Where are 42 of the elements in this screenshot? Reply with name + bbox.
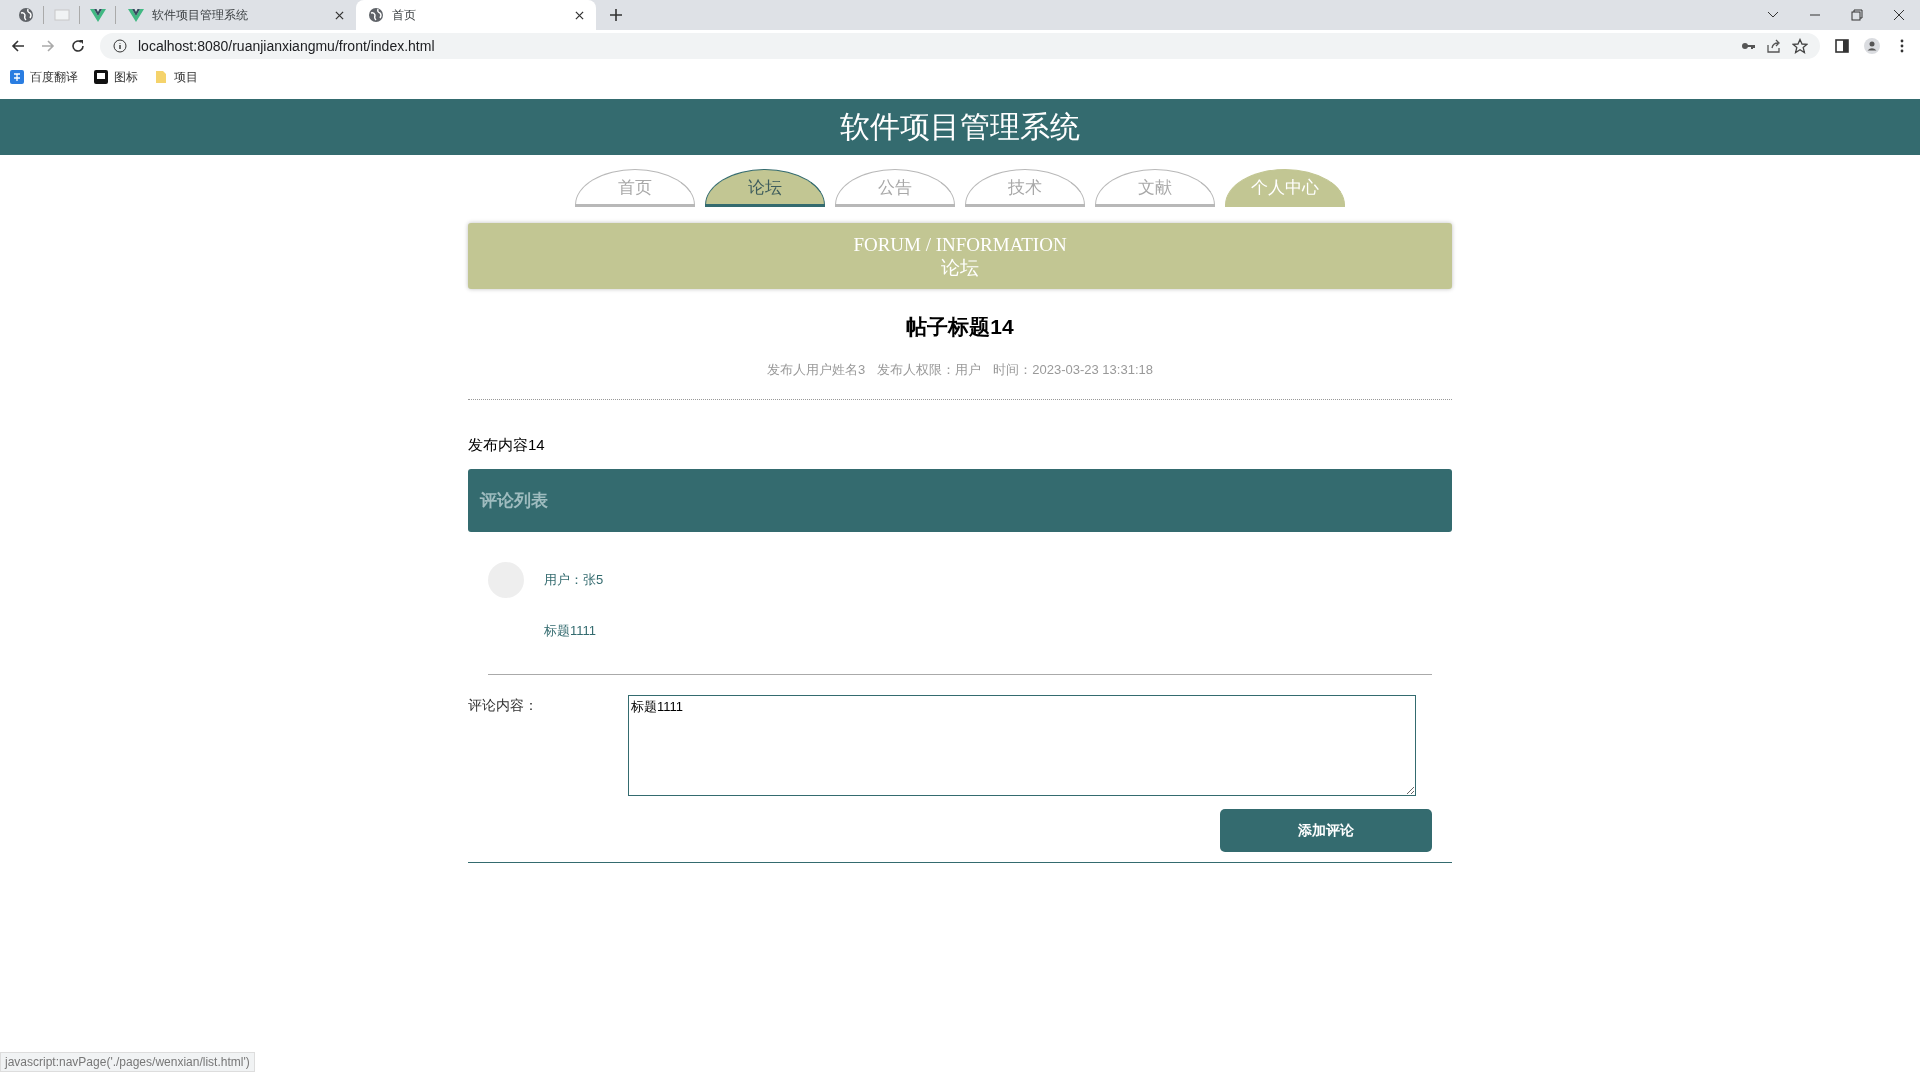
site-title: 软件项目管理系统 xyxy=(0,99,1920,155)
profile-icon[interactable] xyxy=(1864,38,1880,54)
close-icon[interactable] xyxy=(335,10,344,20)
side-panel-icon[interactable] xyxy=(1834,38,1850,54)
add-comment-button[interactable]: 添加评论 xyxy=(1220,809,1432,852)
flag-icon xyxy=(94,70,108,84)
comment-list-header: 评论列表 xyxy=(468,469,1452,532)
status-bar-url: javascript:navPage('./pages/wenxian/list.html') xyxy=(0,1052,255,1072)
back-arrow-icon[interactable] xyxy=(10,38,26,54)
post-title: 帖子标题14 xyxy=(905,314,1015,340)
post-meta: 发布人用户姓名3 xyxy=(767,361,866,379)
post-meta: 发布人权限：用户 xyxy=(877,361,982,379)
share-icon[interactable] xyxy=(1766,38,1782,54)
comment-input[interactable]: 标题1111 xyxy=(628,695,1416,796)
field-label: 评论内容： xyxy=(468,696,539,715)
browser-tab[interactable]: 首页 xyxy=(356,0,596,30)
address-bar[interactable]: localhost:8080/ruanjianxiangmu/front/index.html xyxy=(100,33,1820,59)
bookmark-link[interactable]: 项目 xyxy=(174,68,198,86)
banner-title: FORUM / INFORMATION xyxy=(853,233,1067,256)
info-icon[interactable] xyxy=(112,38,128,54)
post-content: 发布内容14 xyxy=(468,436,546,455)
bookmark-link[interactable]: 图标 xyxy=(114,68,138,86)
close-icon[interactable] xyxy=(575,10,584,20)
globe-icon xyxy=(368,7,384,23)
browser-tab[interactable]: 软件项目管理系统 xyxy=(116,0,356,30)
bookmark-link[interactable]: 百度翻译 xyxy=(30,68,78,86)
nav-tab[interactable]: 论坛 xyxy=(705,169,825,207)
post-meta: 时间：2023-03-23 13:31:18 xyxy=(993,361,1153,379)
translate-icon xyxy=(10,70,24,84)
comment-user: 用户：张5 xyxy=(544,571,604,589)
new-tab-icon[interactable] xyxy=(610,9,622,21)
reload-icon[interactable] xyxy=(70,38,86,54)
banner-subtitle: 论坛 xyxy=(941,256,979,279)
v-logo-icon xyxy=(89,7,106,23)
restore-icon[interactable] xyxy=(1850,8,1864,22)
folder-icon xyxy=(154,70,168,84)
comment-text: 标题1111 xyxy=(544,622,598,640)
star-icon[interactable] xyxy=(1792,38,1808,54)
v-logo-icon xyxy=(128,7,144,23)
page-icon xyxy=(53,7,70,23)
close-icon[interactable] xyxy=(1892,8,1906,22)
globe-icon xyxy=(17,7,34,23)
